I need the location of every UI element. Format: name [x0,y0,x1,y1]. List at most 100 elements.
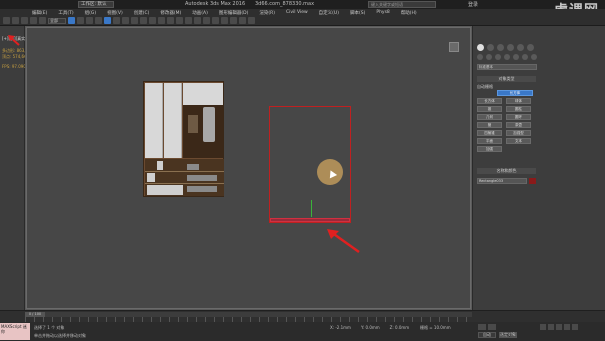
viewcube-icon[interactable] [449,42,459,52]
object-type-rollout[interactable]: 对象类型 [477,76,536,82]
reference-coord-icon[interactable] [131,17,138,24]
object-name-field[interactable]: Rectangle033 [477,178,527,184]
maxscript-listener[interactable]: MAXScript 迷你 [0,323,30,340]
coord-x[interactable]: X: -2.1mm [330,325,351,330]
helpers-icon[interactable] [513,54,519,60]
menu-edit[interactable]: 编辑(E) [32,10,47,16]
prev-frame-icon[interactable] [548,324,554,330]
bind-icon[interactable] [39,17,46,24]
title-bar: 工作区: 默认 Autodesk 3ds Max 2016 3d66.com_8… [0,0,605,9]
render-setup-icon[interactable] [230,17,237,24]
window-crossing-icon[interactable] [95,17,102,24]
key-filter-buttons [478,324,496,330]
cameras-icon[interactable] [504,54,510,60]
auto-key-button[interactable]: 自动 [478,332,496,338]
create-button[interactable]: 球体 [506,98,531,104]
create-button-active[interactable]: 长方体 [497,90,533,96]
link-icon[interactable] [21,17,28,24]
play-icon[interactable] [556,324,562,330]
menu-create[interactable]: 创建(C) [134,10,150,16]
redo-icon[interactable] [12,17,19,24]
object-category-dropdown[interactable]: 标准基本 [477,64,537,70]
rotate-icon[interactable] [113,17,120,24]
systems-icon[interactable] [531,54,537,60]
create-button[interactable]: 长方体 [477,98,502,104]
menu-views[interactable]: 视图(V) [107,10,123,16]
wardrobe-model[interactable] [143,81,224,197]
object-color-swatch[interactable] [529,178,536,184]
motion-tab-icon[interactable] [507,44,514,51]
percent-snap-icon[interactable] [167,17,174,24]
create-button[interactable]: 平面 [477,138,502,144]
create-button[interactable]: 几何 [477,114,502,120]
menu-civil-view[interactable]: Civil View [286,10,308,15]
workspace-dropdown[interactable]: 工作区: 默认 [78,1,114,8]
material-editor-icon[interactable] [221,17,228,24]
pivot-icon[interactable] [140,17,147,24]
app-title: Autodesk 3ds Max 2016 [185,1,246,7]
mirror-icon[interactable] [176,17,183,24]
layer-icon[interactable] [194,17,201,24]
menu-graph-editors[interactable]: 图形编辑器(D) [219,10,248,16]
auto-key-icon[interactable] [488,324,496,330]
menu-tools[interactable]: 工具(T) [58,10,73,16]
front-viewport[interactable] [25,26,472,310]
rect-selection-icon[interactable] [86,17,93,24]
move-icon[interactable] [104,17,111,24]
coord-y[interactable]: Y: 0.0mm [361,325,380,330]
create-button[interactable]: 管 [477,122,502,128]
align-icon[interactable] [185,17,192,24]
undo-icon[interactable] [3,17,10,24]
shoe-item [187,186,217,192]
select-object-icon[interactable] [68,17,75,24]
render-frame-icon[interactable] [239,17,246,24]
selected-dropdown[interactable]: 选定对象 [499,332,517,338]
create-button[interactable]: 圆柱 [506,106,531,112]
menu-rendering[interactable]: 渲染(R) [259,10,275,16]
coord-z[interactable]: Z: 0.0mm [390,325,410,330]
menu-modifiers[interactable]: 修改器(M) [160,10,181,16]
selection-filter-dropdown[interactable]: 全部 [48,17,66,24]
transform-gizmo-axis[interactable] [311,200,312,217]
shapes-icon[interactable] [486,54,492,60]
select-by-name-icon[interactable] [77,17,84,24]
modify-tab-icon[interactable] [487,44,494,51]
lights-icon[interactable] [495,54,501,60]
login-link[interactable]: 登录 [468,1,478,8]
search-input[interactable]: 键入关键字或短语 [368,1,436,8]
menu-customize[interactable]: 自定义(U) [319,10,339,16]
unlink-icon[interactable] [30,17,37,24]
hierarchy-tab-icon[interactable] [497,44,504,51]
menu-animation[interactable]: 动画(A) [192,10,208,16]
create-button[interactable]: 茶壶 [506,122,531,128]
create-button[interactable]: 加强型 [506,130,531,136]
snap-icon[interactable] [149,17,156,24]
name-color-rollout[interactable]: 名称和颜色 [477,168,536,174]
shelf-line [145,171,224,172]
geometry-icon[interactable] [477,54,483,60]
create-button[interactable]: 加强 [477,146,502,152]
create-tab-icon[interactable] [477,44,484,51]
create-button[interactable]: 文本 [506,138,531,144]
utilities-tab-icon[interactable] [527,44,534,51]
key-icon[interactable] [478,324,486,330]
display-tab-icon[interactable] [517,44,524,51]
create-button[interactable]: 锥 [477,106,502,112]
goto-end-icon[interactable] [572,324,578,330]
create-button[interactable]: 四棱锥 [477,130,502,136]
menu-scripting[interactable]: 脚本(S) [350,10,365,16]
shelf-box [157,161,163,170]
schematic-icon[interactable] [212,17,219,24]
selected-base-rectangle[interactable] [270,218,350,222]
render-icon[interactable] [248,17,255,24]
curve-editor-icon[interactable] [203,17,210,24]
create-button[interactable]: 圆环 [506,114,531,120]
next-frame-icon[interactable] [564,324,570,330]
menu-phys8[interactable]: Phys8 [376,10,389,15]
scale-icon[interactable] [122,17,129,24]
angle-snap-icon[interactable] [158,17,165,24]
menu-group[interactable]: 组(G) [85,10,97,16]
menu-help[interactable]: 帮助(H) [401,10,417,16]
spacewarps-icon[interactable] [522,54,528,60]
goto-start-icon[interactable] [540,324,546,330]
